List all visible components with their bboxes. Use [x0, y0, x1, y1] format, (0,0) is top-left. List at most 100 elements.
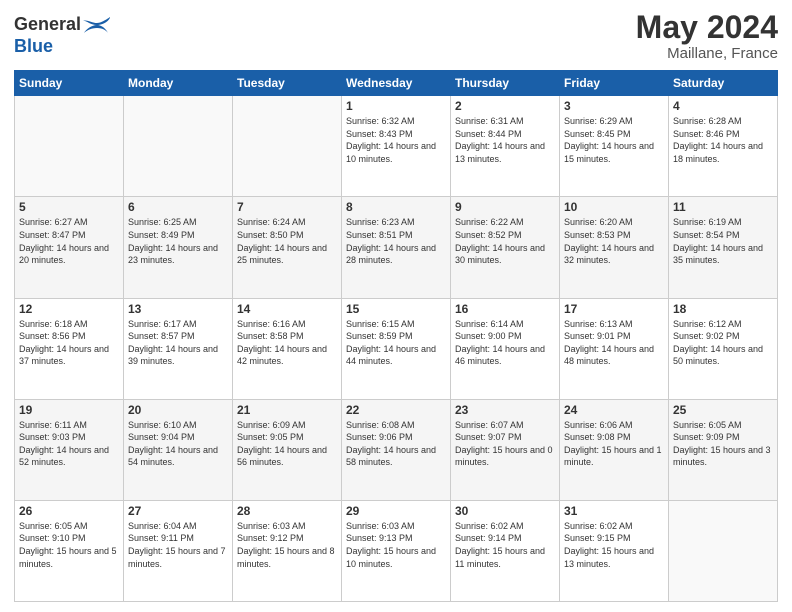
table-row: [15, 96, 124, 197]
table-row: 30 Sunrise: 6:02 AMSunset: 9:14 PMDayligh…: [451, 500, 560, 601]
table-row: 16 Sunrise: 6:14 AMSunset: 9:00 PMDayligh…: [451, 298, 560, 399]
day-number: 1: [346, 99, 446, 113]
day-info: Sunrise: 6:02 AMSunset: 9:14 PMDaylight:…: [455, 520, 555, 570]
col-tuesday: Tuesday: [233, 71, 342, 96]
day-number: 28: [237, 504, 337, 518]
day-info: Sunrise: 6:22 AMSunset: 8:52 PMDaylight:…: [455, 216, 555, 266]
col-monday: Monday: [124, 71, 233, 96]
table-row: 1 Sunrise: 6:32 AMSunset: 8:43 PMDaylight…: [342, 96, 451, 197]
day-number: 5: [19, 200, 119, 214]
day-info: Sunrise: 6:25 AMSunset: 8:49 PMDaylight:…: [128, 216, 228, 266]
day-number: 14: [237, 302, 337, 316]
day-info: Sunrise: 6:03 AMSunset: 9:13 PMDaylight:…: [346, 520, 446, 570]
table-row: 4 Sunrise: 6:28 AMSunset: 8:46 PMDaylight…: [669, 96, 778, 197]
table-row: 25Sunrise: 6:05 AMSunset: 9:09 PMDayligh…: [669, 399, 778, 500]
day-number: 2: [455, 99, 555, 113]
table-row: 9 Sunrise: 6:22 AMSunset: 8:52 PMDaylight…: [451, 197, 560, 298]
table-row: 5 Sunrise: 6:27 AMSunset: 8:47 PMDaylight…: [15, 197, 124, 298]
day-info: Sunrise: 6:14 AMSunset: 9:00 PMDaylight:…: [455, 318, 555, 368]
col-saturday: Saturday: [669, 71, 778, 96]
day-info: Sunrise: 6:16 AMSunset: 8:58 PMDaylight:…: [237, 318, 337, 368]
table-row: 6 Sunrise: 6:25 AMSunset: 8:49 PMDaylight…: [124, 197, 233, 298]
table-row: 13 Sunrise: 6:17 AMSunset: 8:57 PMDayligh…: [124, 298, 233, 399]
day-number: 29: [346, 504, 446, 518]
table-row: 7 Sunrise: 6:24 AMSunset: 8:50 PMDaylight…: [233, 197, 342, 298]
day-number: 24: [564, 403, 664, 417]
logo-blue: Blue: [14, 36, 111, 58]
day-info: Sunrise: 6:12 AMSunset: 9:02 PMDaylight:…: [673, 318, 773, 368]
table-row: 20Sunrise: 6:10 AMSunset: 9:04 PMDayligh…: [124, 399, 233, 500]
col-wednesday: Wednesday: [342, 71, 451, 96]
day-info: Sunrise: 6:31 AMSunset: 8:44 PMDaylight:…: [455, 115, 555, 165]
day-info: Sunrise: 6:05 AMSunset: 9:09 PMDaylight:…: [673, 419, 773, 469]
table-row: 12Sunrise: 6:18 AMSunset: 8:56 PMDayligh…: [15, 298, 124, 399]
table-row: 3 Sunrise: 6:29 AMSunset: 8:45 PMDaylight…: [560, 96, 669, 197]
day-info: Sunrise: 6:11 AMSunset: 9:03 PMDaylight:…: [19, 419, 119, 469]
day-info: Sunrise: 6:10 AMSunset: 9:04 PMDaylight:…: [128, 419, 228, 469]
day-info: Sunrise: 6:13 AMSunset: 9:01 PMDaylight:…: [564, 318, 664, 368]
title-block: May 2024 Maillane, France: [636, 10, 778, 62]
day-number: 27: [128, 504, 228, 518]
day-number: 7: [237, 200, 337, 214]
day-info: Sunrise: 6:03 AMSunset: 9:12 PMDaylight:…: [237, 520, 337, 570]
day-number: 3: [564, 99, 664, 113]
col-friday: Friday: [560, 71, 669, 96]
col-sunday: Sunday: [15, 71, 124, 96]
day-number: 10: [564, 200, 664, 214]
table-row: 15 Sunrise: 6:15 AMSunset: 8:59 PMDayligh…: [342, 298, 451, 399]
calendar-week-row: 1 Sunrise: 6:32 AMSunset: 8:43 PMDaylight…: [15, 96, 778, 197]
day-info: Sunrise: 6:29 AMSunset: 8:45 PMDaylight:…: [564, 115, 664, 165]
day-number: 4: [673, 99, 773, 113]
logo-bird-icon: [82, 15, 110, 35]
day-number: 30: [455, 504, 555, 518]
table-row: [669, 500, 778, 601]
day-number: 15: [346, 302, 446, 316]
logo-text: General: [14, 14, 111, 36]
table-row: 24Sunrise: 6:06 AMSunset: 9:08 PMDayligh…: [560, 399, 669, 500]
day-number: 6: [128, 200, 228, 214]
day-number: 22: [346, 403, 446, 417]
day-number: 16: [455, 302, 555, 316]
calendar-week-row: 12Sunrise: 6:18 AMSunset: 8:56 PMDayligh…: [15, 298, 778, 399]
day-info: Sunrise: 6:20 AMSunset: 8:53 PMDaylight:…: [564, 216, 664, 266]
location: Maillane, France: [636, 45, 778, 62]
table-row: 29 Sunrise: 6:03 AMSunset: 9:13 PMDayligh…: [342, 500, 451, 601]
day-info: Sunrise: 6:27 AMSunset: 8:47 PMDaylight:…: [19, 216, 119, 266]
day-info: Sunrise: 6:15 AMSunset: 8:59 PMDaylight:…: [346, 318, 446, 368]
header: General Blue May 2024 Maillane, France: [14, 10, 778, 62]
logo: General Blue: [14, 14, 111, 57]
table-row: 2 Sunrise: 6:31 AMSunset: 8:44 PMDaylight…: [451, 96, 560, 197]
page: General Blue May 2024 Maillane, France S…: [0, 0, 792, 612]
table-row: 28 Sunrise: 6:03 AMSunset: 9:12 PMDayligh…: [233, 500, 342, 601]
table-row: 8 Sunrise: 6:23 AMSunset: 8:51 PMDaylight…: [342, 197, 451, 298]
day-number: 11: [673, 200, 773, 214]
table-row: 27 Sunrise: 6:04 AMSunset: 9:11 PMDayligh…: [124, 500, 233, 601]
col-thursday: Thursday: [451, 71, 560, 96]
table-row: 19Sunrise: 6:11 AMSunset: 9:03 PMDayligh…: [15, 399, 124, 500]
day-number: 9: [455, 200, 555, 214]
day-number: 26: [19, 504, 119, 518]
table-row: 11 Sunrise: 6:19 AMSunset: 8:54 PMDayligh…: [669, 197, 778, 298]
day-number: 13: [128, 302, 228, 316]
day-info: Sunrise: 6:32 AMSunset: 8:43 PMDaylight:…: [346, 115, 446, 165]
day-info: Sunrise: 6:05 AMSunset: 9:10 PMDaylight:…: [19, 520, 119, 570]
day-info: Sunrise: 6:17 AMSunset: 8:57 PMDaylight:…: [128, 318, 228, 368]
day-number: 21: [237, 403, 337, 417]
day-info: Sunrise: 6:09 AMSunset: 9:05 PMDaylight:…: [237, 419, 337, 469]
day-number: 12: [19, 302, 119, 316]
calendar-week-row: 26 Sunrise: 6:05 AMSunset: 9:10 PMDayligh…: [15, 500, 778, 601]
day-info: Sunrise: 6:04 AMSunset: 9:11 PMDaylight:…: [128, 520, 228, 570]
table-row: 17 Sunrise: 6:13 AMSunset: 9:01 PMDayligh…: [560, 298, 669, 399]
calendar-header-row: Sunday Monday Tuesday Wednesday Thursday…: [15, 71, 778, 96]
day-info: Sunrise: 6:23 AMSunset: 8:51 PMDaylight:…: [346, 216, 446, 266]
table-row: 18 Sunrise: 6:12 AMSunset: 9:02 PMDayligh…: [669, 298, 778, 399]
day-info: Sunrise: 6:24 AMSunset: 8:50 PMDaylight:…: [237, 216, 337, 266]
day-number: 8: [346, 200, 446, 214]
day-info: Sunrise: 6:07 AMSunset: 9:07 PMDaylight:…: [455, 419, 555, 469]
day-number: 17: [564, 302, 664, 316]
day-number: 18: [673, 302, 773, 316]
day-info: Sunrise: 6:19 AMSunset: 8:54 PMDaylight:…: [673, 216, 773, 266]
day-info: Sunrise: 6:28 AMSunset: 8:46 PMDaylight:…: [673, 115, 773, 165]
table-row: 31Sunrise: 6:02 AMSunset: 9:15 PMDayligh…: [560, 500, 669, 601]
calendar-week-row: 19Sunrise: 6:11 AMSunset: 9:03 PMDayligh…: [15, 399, 778, 500]
